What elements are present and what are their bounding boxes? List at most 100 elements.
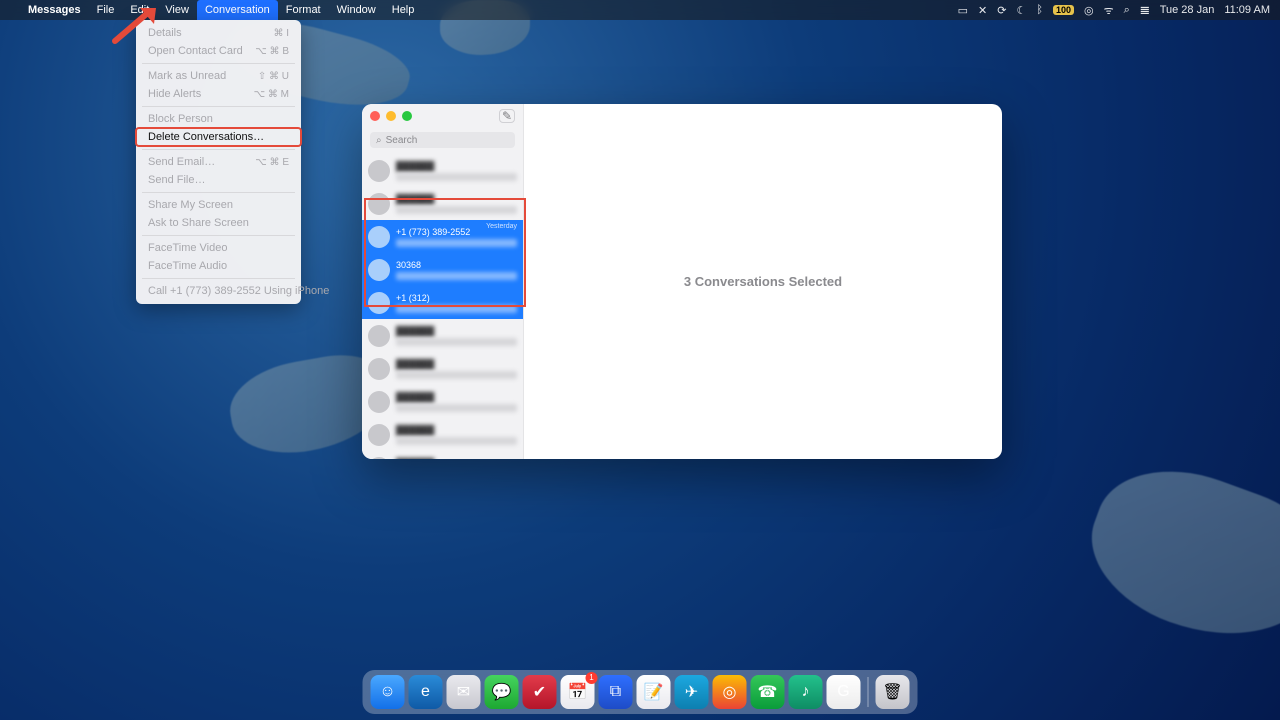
- conversation-title: ██████: [396, 458, 517, 460]
- dock-app-whatsapp[interactable]: ☎: [751, 675, 785, 709]
- trash-icon[interactable]: 🗑: [876, 675, 910, 709]
- badge: 1: [586, 672, 598, 684]
- dock-app-spotify[interactable]: ♪: [789, 675, 823, 709]
- menu-item-call-1-773-389-2552-using-iphone: Call +1 (773) 389-2552 Using iPhone: [136, 282, 301, 300]
- dock-app-telegram[interactable]: ✈: [675, 675, 709, 709]
- menu-separator: [142, 235, 295, 236]
- conversation-title: ██████: [396, 425, 517, 435]
- conversation-title: ██████: [396, 392, 517, 402]
- close-button[interactable]: [370, 111, 380, 121]
- conversation-title: 30368: [396, 260, 517, 270]
- conversation-row[interactable]: ██████: [362, 187, 523, 220]
- dock-app-finder[interactable]: ☺: [371, 675, 405, 709]
- dock-divider: [868, 677, 869, 707]
- conversation-preview: [396, 239, 517, 247]
- conversation-title: +1 (312): [396, 293, 517, 303]
- dock-app-edge[interactable]: e: [409, 675, 443, 709]
- conversation-row[interactable]: ██████: [362, 418, 523, 451]
- conversation-preview: [396, 206, 517, 214]
- search-icon: ⌕: [376, 135, 382, 146]
- conversation-time: Yesterday: [486, 223, 517, 230]
- compose-button[interactable]: ✎: [499, 109, 515, 123]
- menu-window[interactable]: Window: [329, 0, 384, 20]
- conversation-preview: [396, 437, 517, 445]
- wifi-icon[interactable]: ᯤ: [1104, 3, 1114, 18]
- avatar: [368, 193, 390, 215]
- window-titlebar: ✎: [362, 104, 523, 128]
- conversation-preview: [396, 305, 517, 313]
- dock-app-gsuite[interactable]: G: [827, 675, 861, 709]
- conversation-title: ██████: [396, 326, 517, 336]
- conversation-row[interactable]: 30368: [362, 253, 523, 286]
- menu-help[interactable]: Help: [384, 0, 423, 20]
- menu-item-details: Details⌘ I: [136, 24, 301, 42]
- dnd-icon[interactable]: ☾: [1016, 4, 1026, 17]
- conversation-preview: [396, 371, 517, 379]
- conversation-preview: [396, 173, 517, 181]
- menubar-date[interactable]: Tue 28 Jan: [1160, 4, 1215, 16]
- conversation-preview: [396, 272, 517, 280]
- wallpaper-shape: [1071, 445, 1280, 665]
- battery-indicator[interactable]: 100: [1053, 5, 1074, 15]
- conversation-row[interactable]: ██████: [362, 154, 523, 187]
- conversation-row[interactable]: ██████: [362, 451, 523, 459]
- dock: ☺e✉💬✔📅1⧉📝✈◎☎♪G 🗑: [363, 670, 918, 714]
- search-placeholder: Search: [386, 135, 418, 146]
- avatar: [368, 457, 390, 460]
- search-input[interactable]: ⌕ Search: [370, 132, 515, 148]
- annotation-arrow: [110, 6, 160, 46]
- control-center-icon[interactable]: 𝌆: [1140, 4, 1150, 17]
- dock-app-mail[interactable]: ✉: [447, 675, 481, 709]
- dock-app-notes[interactable]: 📝: [637, 675, 671, 709]
- menu-item-delete-conversations[interactable]: Delete Conversations…: [136, 128, 301, 146]
- minimize-button[interactable]: [386, 111, 396, 121]
- messages-window: ✎ ⌕ Search ██████ ██████ +1 (773) 389-2552…: [362, 104, 1002, 459]
- display-icon[interactable]: ▭: [958, 4, 968, 17]
- conversation-row[interactable]: ██████: [362, 385, 523, 418]
- search-icon[interactable]: ⌕: [1124, 4, 1130, 17]
- avatar: [368, 358, 390, 380]
- menu-format[interactable]: Format: [278, 0, 329, 20]
- avatar: [368, 325, 390, 347]
- menu-item-facetime-audio: FaceTime Audio: [136, 257, 301, 275]
- menu-separator: [142, 278, 295, 279]
- menu-view[interactable]: View: [157, 0, 197, 20]
- menu-item-block-person: Block Person: [136, 110, 301, 128]
- menu-conversation[interactable]: Conversation: [197, 0, 278, 20]
- menubar: Messages File Edit View Conversation For…: [0, 0, 1280, 20]
- menu-separator: [142, 149, 295, 150]
- dock-app-calendar[interactable]: 📅1: [561, 675, 595, 709]
- maximize-button[interactable]: [402, 111, 412, 121]
- menu-separator: [142, 63, 295, 64]
- avatar: [368, 424, 390, 446]
- conversation-row[interactable]: ██████: [362, 319, 523, 352]
- menu-item-facetime-video: FaceTime Video: [136, 239, 301, 257]
- conversation-preview: [396, 404, 517, 412]
- menu-separator: [142, 106, 295, 107]
- conversation-row[interactable]: ██████: [362, 352, 523, 385]
- conversation-row[interactable]: +1 (312): [362, 286, 523, 319]
- x-icon[interactable]: ✕: [978, 4, 987, 17]
- bluetooth-icon[interactable]: ᛒ: [1036, 4, 1043, 16]
- selection-status: 3 Conversations Selected: [684, 274, 842, 289]
- conversation-title: ██████: [396, 161, 517, 171]
- menu-item-share-my-screen: Share My Screen: [136, 196, 301, 214]
- conversation-title: ██████: [396, 359, 517, 369]
- menu-app[interactable]: Messages: [20, 0, 89, 20]
- dock-app-vscode[interactable]: ⧉: [599, 675, 633, 709]
- avatar: [368, 259, 390, 281]
- dock-app-todoist[interactable]: ✔: [523, 675, 557, 709]
- menu-item-mark-as-unread: Mark as Unread⇧ ⌘ U: [136, 67, 301, 85]
- menu-separator: [142, 192, 295, 193]
- dock-app-messages[interactable]: 💬: [485, 675, 519, 709]
- airdrop-icon[interactable]: ◎: [1084, 4, 1094, 17]
- menu-item-send-email: Send Email…⌥ ⌘ E: [136, 153, 301, 171]
- conversation-preview: [396, 338, 517, 346]
- menu-item-hide-alerts: Hide Alerts⌥ ⌘ M: [136, 85, 301, 103]
- avatar: [368, 292, 390, 314]
- conversation-title: ██████: [396, 194, 517, 204]
- dock-app-chrome[interactable]: ◎: [713, 675, 747, 709]
- sync-icon[interactable]: ⟳: [997, 4, 1006, 17]
- menubar-time[interactable]: 11:09 AM: [1224, 4, 1270, 16]
- conversation-row[interactable]: +1 (773) 389-2552Yesterday: [362, 220, 523, 253]
